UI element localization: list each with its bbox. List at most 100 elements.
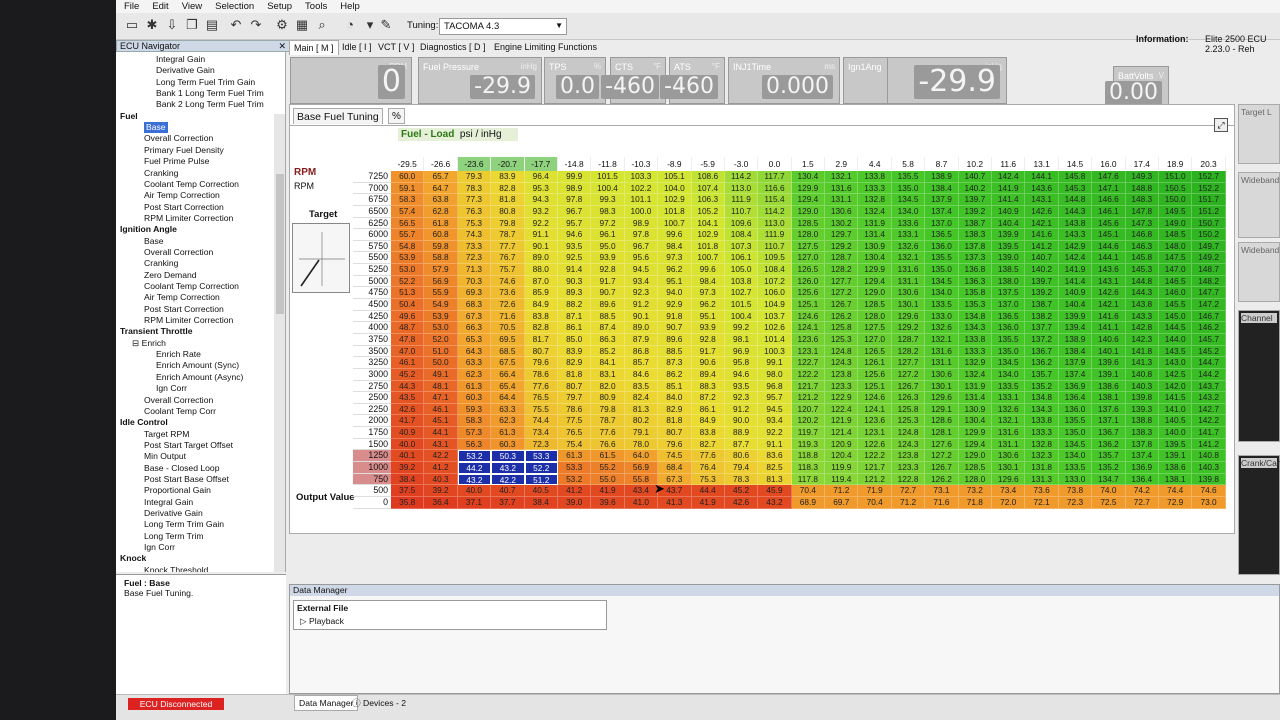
table-cell[interactable]: 143.3 — [1125, 310, 1159, 323]
nav-item[interactable]: Ign Corr — [144, 542, 175, 553]
table-cell[interactable]: 71.3 — [457, 264, 492, 276]
table-cell[interactable]: 138.5 — [992, 264, 1026, 276]
table-cell[interactable]: 40.0 — [457, 485, 492, 497]
table-cell[interactable]: 107.3 — [724, 240, 759, 253]
table-cell[interactable]: 75.3 — [457, 217, 492, 230]
table-cell[interactable]: 138.9 — [1058, 333, 1093, 346]
table-cell[interactable]: 83.9 — [557, 345, 592, 358]
table-cell[interactable]: 82.0 — [591, 380, 625, 393]
table-cell[interactable]: 121.7 — [791, 380, 826, 393]
table-cell[interactable]: 48.1 — [424, 380, 458, 393]
nav-item[interactable]: Primary Fuel Density — [144, 145, 224, 156]
table-cell[interactable]: 83.6 — [758, 450, 792, 463]
table-cell[interactable]: 73.8 — [1058, 485, 1093, 497]
rpm-axis-cell[interactable]: 5750 — [353, 241, 391, 253]
table-cell[interactable]: 95.0 — [591, 240, 625, 253]
table-cell[interactable]: 43.2 — [457, 473, 492, 486]
table-cell[interactable]: 96.2 — [691, 299, 725, 311]
table-cell[interactable]: 134.5 — [891, 194, 926, 206]
table-cell[interactable]: 129.2 — [825, 240, 859, 253]
nav-item[interactable]: Coolant Temp Correction — [144, 281, 239, 292]
table-cell[interactable]: 120.9 — [825, 438, 859, 451]
rpm-axis-cell[interactable]: 6750 — [353, 194, 391, 206]
table-cell[interactable]: 135.2 — [1092, 462, 1126, 474]
table-cell[interactable]: 110.7 — [724, 205, 759, 218]
table-cell[interactable]: 129.6 — [925, 392, 959, 404]
table-cell[interactable]: 57.4 — [391, 205, 425, 218]
table-cell[interactable]: 95.7 — [557, 217, 592, 230]
table-cell[interactable]: 140.8 — [1192, 450, 1226, 463]
table-cell[interactable]: 120.4 — [825, 450, 859, 463]
nav-item[interactable]: Base - Closed Loop — [144, 463, 219, 474]
table-cell[interactable]: 145.8 — [1125, 252, 1159, 265]
table-cell[interactable]: 47.0 — [391, 345, 425, 358]
table-cell[interactable]: 80.7 — [658, 427, 692, 439]
table-cell[interactable]: 134.5 — [925, 275, 959, 288]
table-cell[interactable]: 93.9 — [691, 322, 725, 334]
load-axis-cell[interactable]: -20.7 — [491, 157, 525, 171]
table-cell[interactable]: 88.2 — [557, 299, 592, 311]
table-cell[interactable]: 123.8 — [891, 450, 926, 463]
rpm-axis-cell[interactable]: 1500 — [353, 439, 391, 451]
table-cell[interactable]: 139.5 — [992, 240, 1026, 253]
table-cell[interactable]: 73.2 — [958, 485, 993, 497]
load-axis-cell[interactable]: 11.6 — [992, 157, 1026, 171]
navigator-scrollbar[interactable] — [274, 114, 285, 572]
table-cell[interactable]: 73.6 — [491, 287, 525, 300]
table-cell[interactable]: 138.0 — [992, 275, 1026, 288]
table-cell[interactable]: 87.2 — [691, 392, 725, 404]
table-cell[interactable]: 37.7 — [491, 496, 525, 509]
table-cell[interactable]: 91.4 — [557, 264, 592, 276]
table-cell[interactable]: 59.8 — [424, 240, 458, 253]
table-cell[interactable]: 140.2 — [958, 182, 993, 195]
table-cell[interactable]: 117.7 — [758, 171, 792, 183]
table-cell[interactable]: 77.6 — [591, 427, 625, 439]
table-cell[interactable]: 91.7 — [691, 345, 725, 358]
tab-3[interactable]: Diagnostics [ D ] — [416, 40, 490, 55]
tuning-tab-percent[interactable]: % — [388, 108, 405, 124]
table-cell[interactable]: 136.4 — [1125, 473, 1159, 486]
table-cell[interactable]: 140.6 — [1092, 333, 1126, 346]
table-cell[interactable]: 71.6 — [491, 310, 525, 323]
table-cell[interactable]: 68.3 — [457, 299, 492, 311]
table-cell[interactable]: 74.5 — [658, 450, 692, 463]
table-cell[interactable]: 148.7 — [1192, 264, 1226, 276]
nav-item[interactable]: Enrich Rate — [156, 349, 201, 360]
table-cell[interactable]: 84.0 — [658, 392, 692, 404]
redo-icon[interactable]: ↷ — [248, 17, 264, 33]
table-cell[interactable]: 139.1 — [1158, 450, 1193, 463]
table-cell[interactable]: 91.7 — [591, 275, 625, 288]
nav-item[interactable]: Cranking — [144, 168, 178, 179]
table-cell[interactable]: 131.8 — [1025, 462, 1059, 474]
table-cell[interactable]: 143.1 — [1092, 275, 1126, 288]
rpm-axis-cell[interactable]: 2250 — [353, 404, 391, 416]
nav-item[interactable]: Long Term Trim Gain — [144, 519, 224, 530]
table-cell[interactable]: 138.8 — [1125, 415, 1159, 428]
table-cell[interactable]: 90.1 — [524, 240, 558, 253]
table-cell[interactable]: 65.3 — [457, 333, 492, 346]
table-cell[interactable]: 59.1 — [391, 182, 425, 195]
table-cell[interactable]: 126.2 — [825, 310, 859, 323]
table-cell[interactable]: 133.5 — [925, 299, 959, 311]
table-cell[interactable]: 130.1 — [925, 380, 959, 393]
table-cell[interactable]: 144.1 — [1025, 171, 1059, 183]
table-cell[interactable]: 89.6 — [591, 299, 625, 311]
chevron-down-icon[interactable]: ▾ — [362, 17, 378, 33]
table-cell[interactable]: 101.5 — [591, 171, 625, 183]
table-cell[interactable]: 101.5 — [724, 299, 759, 311]
rpm-axis-cell[interactable]: 4000 — [353, 322, 391, 334]
table-cell[interactable]: 124.1 — [858, 403, 892, 416]
table-cell[interactable]: 64.0 — [624, 450, 659, 463]
table-cell[interactable]: 61.8 — [424, 217, 458, 230]
table-cell[interactable]: 58.3 — [457, 415, 492, 428]
table-cell[interactable]: 124.3 — [891, 438, 926, 451]
table-cell[interactable]: 126.7 — [925, 462, 959, 474]
table-cell[interactable]: 98.4 — [691, 275, 725, 288]
table-cell[interactable]: 146.5 — [1158, 275, 1193, 288]
table-cell[interactable]: 151.7 — [1192, 194, 1226, 206]
table-cell[interactable]: 67.3 — [457, 310, 492, 323]
table-cell[interactable]: 50.0 — [424, 357, 458, 369]
nav-item[interactable]: Derivative Gain — [156, 65, 215, 76]
load-axis-cell[interactable]: -11.8 — [591, 157, 625, 171]
table-cell[interactable]: 95.6 — [624, 252, 659, 265]
